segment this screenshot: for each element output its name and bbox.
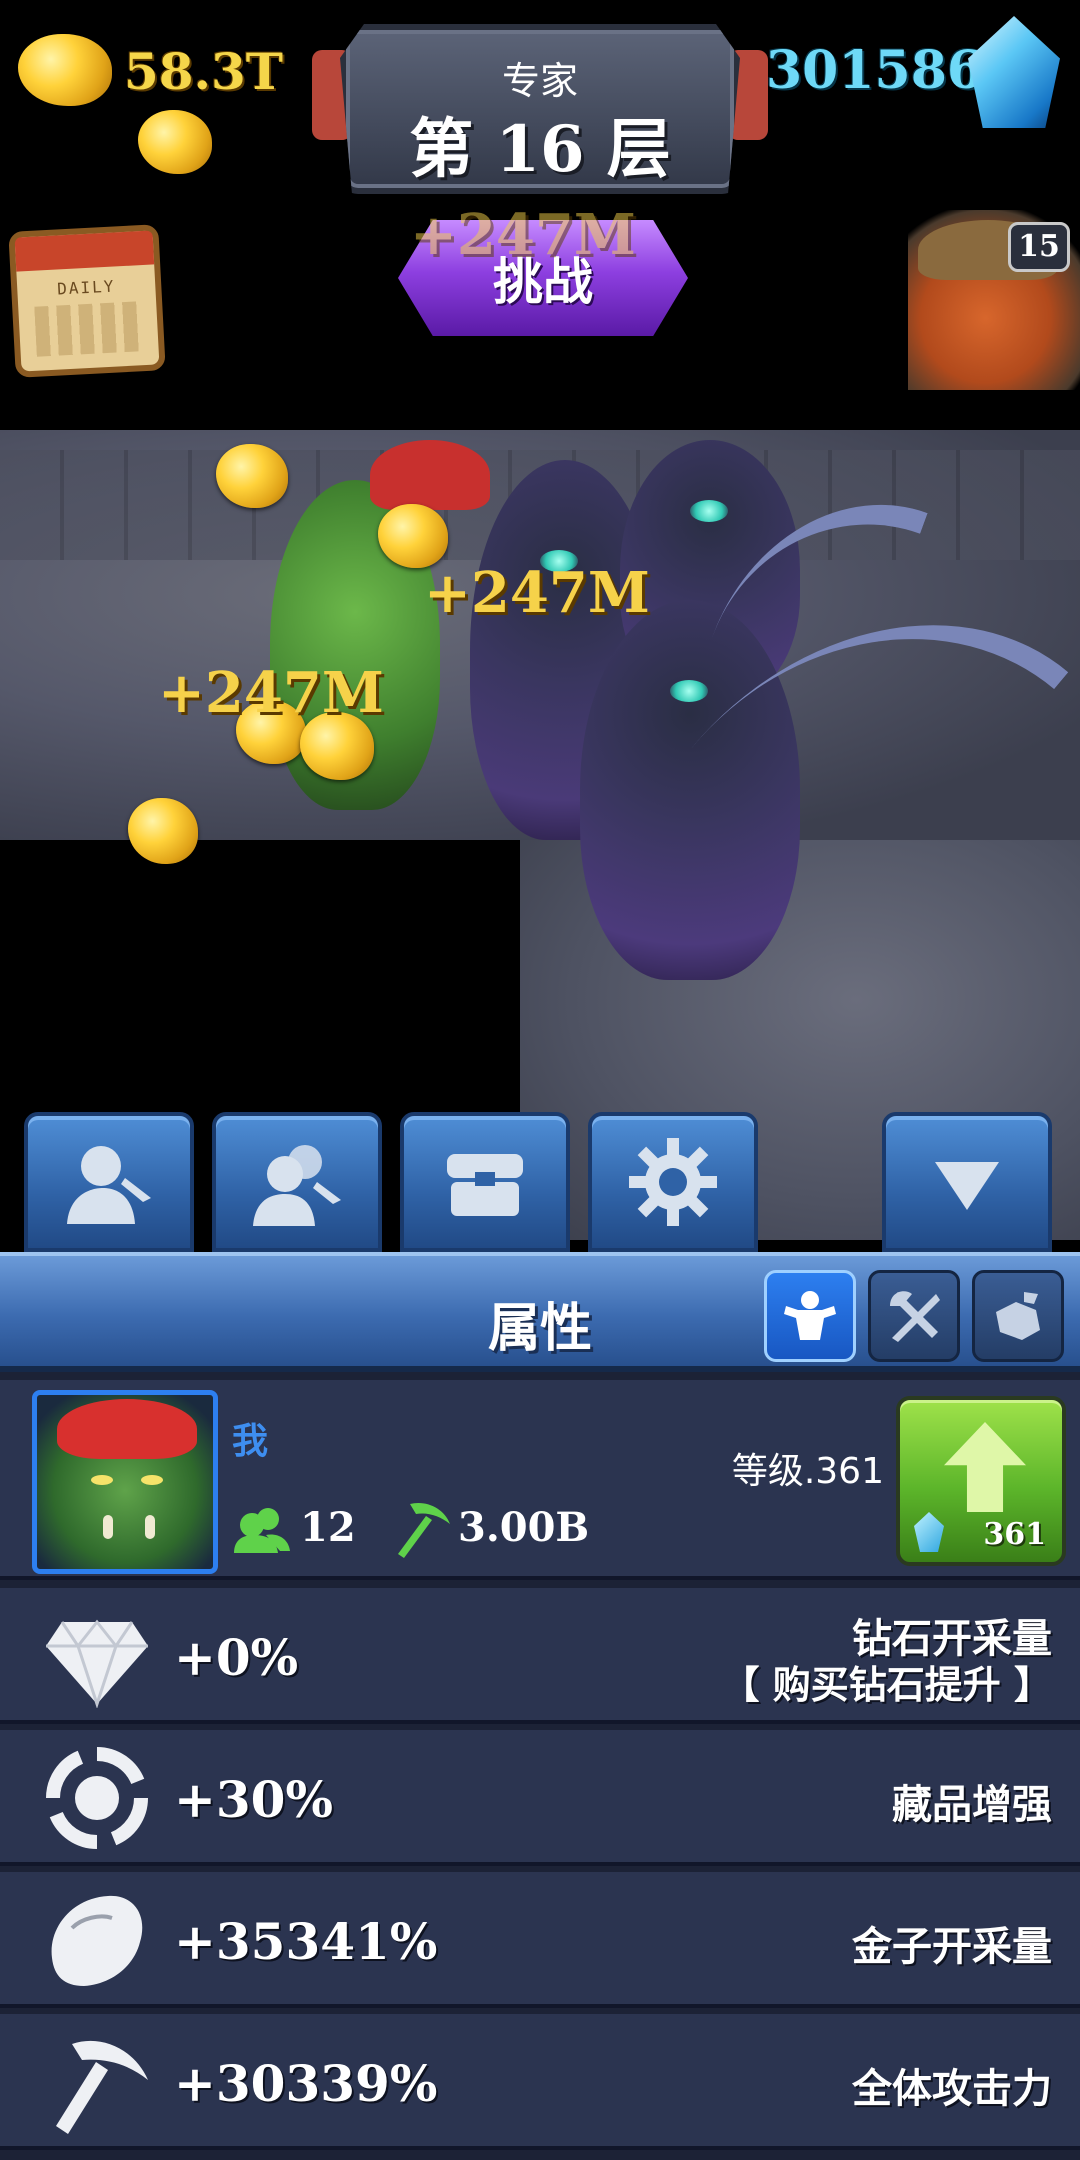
hero-hair [57, 1399, 197, 1459]
hero-icon [67, 1146, 151, 1224]
crossed-tools-icon [890, 1291, 940, 1342]
difficulty-label: 专家 [501, 59, 578, 103]
attribute-label: 全体攻击力 [852, 2066, 1052, 2112]
panel-title: 属性 [487, 1299, 592, 1359]
tab-chest[interactable] [400, 1112, 570, 1252]
hero-info-row: 我 等级.361 12 3.00B 361 [0, 1380, 1080, 1580]
gem-amount: 301586 [766, 40, 984, 101]
gold-ore-icon [51, 1895, 143, 1986]
tab-team[interactable] [212, 1112, 382, 1252]
subtab-ore[interactable] [972, 1270, 1064, 1362]
team-count-icon [234, 1508, 290, 1553]
calendar-binding [14, 230, 155, 272]
subtab-tools[interactable] [868, 1270, 960, 1362]
hero-eye [141, 1475, 163, 1485]
attribute-value: +35341% [174, 1912, 438, 1971]
calendar-grid [34, 301, 143, 357]
tab-hero[interactable] [24, 1112, 194, 1252]
team-icon [253, 1145, 341, 1226]
upgrade-arrow-icon [944, 1422, 1026, 1512]
pickaxe-power-icon [398, 1502, 450, 1558]
strength-icon [784, 1291, 836, 1340]
upgrade-cost: 361 [983, 1517, 1046, 1552]
damage-number: +247M [158, 660, 384, 726]
gold-amount: 58.3T [124, 42, 283, 101]
attribute-row-collection: +30% 藏品增强 [0, 1730, 1080, 1866]
hero-tusk [145, 1515, 155, 1539]
daily-label: DAILY [56, 276, 116, 299]
attribute-label: 金子开采量 [852, 1924, 1052, 1970]
gold-nugget-icon[interactable] [216, 444, 288, 508]
pickaxe-icon [56, 2040, 148, 2134]
daily-calendar-icon[interactable]: DAILY [8, 224, 166, 378]
reaper-eye [690, 500, 728, 522]
team-count: 12 [300, 1504, 356, 1551]
triangle-down-icon [935, 1162, 999, 1210]
upgrade-button[interactable]: 361 [896, 1396, 1066, 1566]
attribute-row-gold: +35341% 金子开采量 [0, 1872, 1080, 2008]
level-plate: 专家 第 16 层 [340, 24, 740, 194]
chest-icon [447, 1154, 523, 1216]
orc-hair [370, 440, 490, 510]
buy-diamond-hint[interactable]: 【 购买钻石提升 】 [722, 1654, 1052, 1709]
gold-nugget-icon[interactable] [128, 798, 198, 864]
hero-eye [91, 1475, 113, 1485]
hero-level: 等级.361 [731, 1451, 884, 1492]
attribute-value: +0% [174, 1628, 299, 1687]
hero-name: 我 [232, 1421, 269, 1462]
ring-icon [46, 1747, 148, 1849]
attribute-value: +30339% [174, 2054, 438, 2113]
subtab-attributes[interactable] [764, 1270, 856, 1362]
tab-collapse[interactable] [882, 1112, 1052, 1252]
hero-tusk [103, 1515, 113, 1539]
hero-portrait[interactable] [32, 1390, 218, 1574]
gold-nugget-icon [18, 34, 112, 106]
attribute-value: +30% [174, 1770, 333, 1829]
attribute-row-attack: +30339% 全体攻击力 [0, 2014, 1080, 2150]
reaper-eye [670, 680, 708, 702]
mining-power: 3.00B [458, 1504, 590, 1551]
floor-label: 第 16 层 [409, 112, 671, 187]
blue-gem-icon[interactable] [968, 16, 1060, 128]
gem-cost-icon [914, 1512, 944, 1552]
attribute-row-diamond: +0% 钻石开采量 【 购买钻石提升 】 [0, 1588, 1080, 1724]
gold-nugget-icon[interactable] [378, 504, 448, 568]
gold-nugget-icon [138, 110, 212, 174]
attributes-header: 属性 [0, 1252, 1080, 1372]
diamond-icon [46, 1619, 148, 1708]
ore-icon [996, 1292, 1040, 1340]
damage-number: +247M [410, 202, 636, 268]
gear-icon [629, 1138, 717, 1226]
tab-settings[interactable] [588, 1112, 758, 1252]
damage-number: +247M [424, 560, 650, 626]
dwarf-level-badge: 15 [1008, 222, 1070, 272]
attribute-label: 藏品增强 [892, 1782, 1052, 1828]
